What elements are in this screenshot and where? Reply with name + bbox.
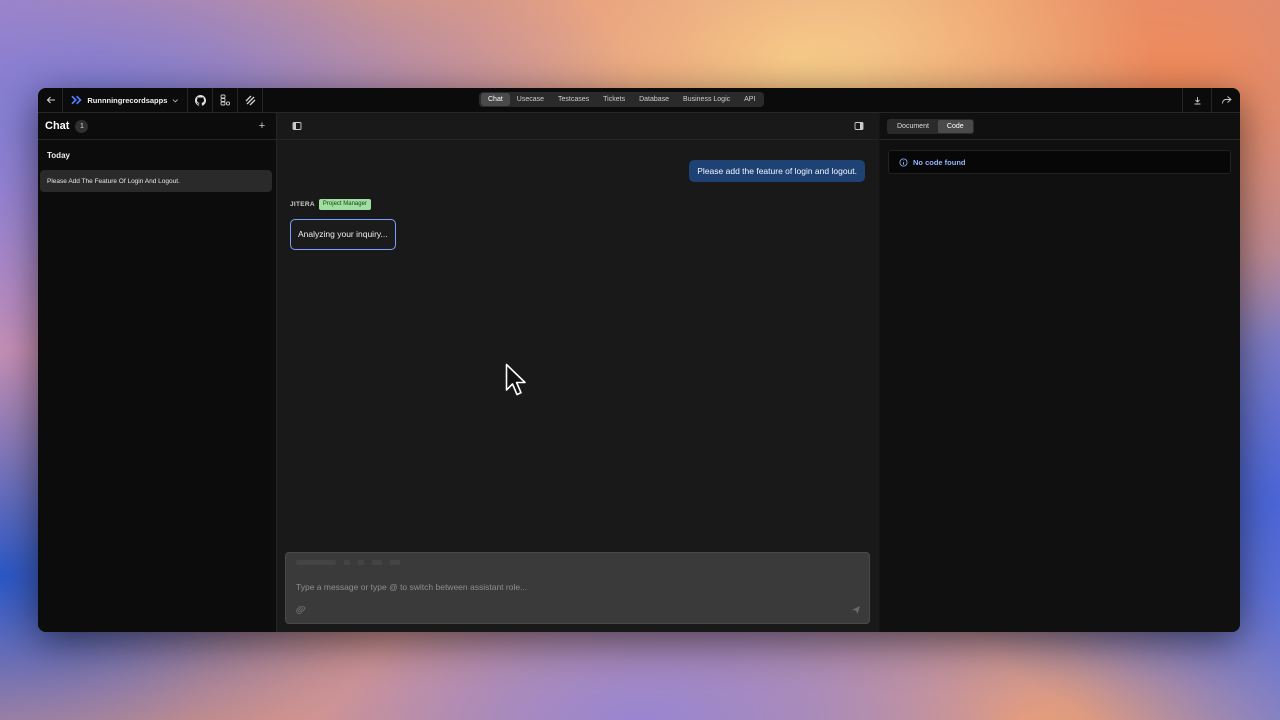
figma-icon [220,94,230,106]
code-panel: Document Code No code found [880,113,1240,632]
assistant-name: JITERA [290,201,315,208]
mouse-pointer-icon [505,363,526,396]
project-selector[interactable]: Runnningrecordsapps [63,88,188,112]
chevron-down-icon [173,98,179,103]
document-tab[interactable]: Document [888,120,938,133]
message-composer [285,552,870,624]
tab-business-logic[interactable]: Business Logic [676,93,737,106]
info-icon [899,157,908,167]
chat-sidebar: Chat 1 + Today Please Add The Feature Of… [38,113,277,632]
attach-icon[interactable] [296,605,306,615]
sidebar-title: Chat [45,120,70,132]
code-panel-header: Document Code [880,113,1240,140]
tab-usecase[interactable]: Usecase [510,93,551,106]
jira-button[interactable] [238,88,263,112]
format-italic-icon[interactable] [358,560,364,565]
code-tab[interactable]: Code [937,120,973,133]
composer-toolbar [296,560,400,565]
chat-header [277,113,879,140]
tab-database[interactable]: Database [632,93,676,106]
share-icon [1221,96,1232,104]
top-right-actions [1182,88,1240,112]
app-window: Runnningrecordsapps Chat Usecase Testcas… [38,88,1240,632]
jira-icon [245,95,255,105]
no-code-notice: No code found [888,150,1231,174]
send-icon[interactable] [851,605,861,615]
tab-api[interactable]: API [737,93,762,106]
sidebar-group-today: Today [47,151,70,160]
assistant-role-badge: Project Manager [318,199,371,210]
toggle-left-panel-icon[interactable] [292,121,302,131]
assistant-header: JITERA Project Manager [290,199,371,210]
sidebar-header: Chat 1 + [38,113,276,140]
message-input[interactable] [294,579,861,595]
download-icon [1194,96,1200,104]
no-code-text: No code found [913,157,966,167]
tab-tickets[interactable]: Tickets [596,93,632,106]
format-link-icon[interactable] [390,560,400,565]
back-arrow-icon [46,96,55,104]
sidebar-chat-item[interactable]: Please Add The Feature Of Login And Logo… [40,170,272,192]
format-placeholder-icon [296,560,336,565]
document-code-switch: Document Code [887,119,974,134]
new-chat-button[interactable]: + [255,119,269,133]
format-bold-icon[interactable] [344,560,350,565]
project-logo-icon [71,95,82,105]
toggle-right-panel-icon[interactable] [854,121,864,131]
tab-testcases[interactable]: Testcases [551,93,596,106]
github-button[interactable] [188,88,213,112]
main-tabs: Chat Usecase Testcases Tickets Database … [479,92,765,107]
project-name: Runnningrecordsapps [87,95,168,105]
chat-count-badge: 1 [75,119,89,133]
back-button[interactable] [40,88,63,112]
github-icon [194,94,206,106]
share-button[interactable] [1211,88,1240,112]
figma-button[interactable] [213,88,238,112]
format-list-icon[interactable] [372,560,382,565]
assistant-message: Analyzing your inquiry... [290,219,396,250]
user-message: Please add the feature of login and logo… [689,160,865,182]
download-button[interactable] [1182,88,1211,112]
tab-chat[interactable]: Chat [481,93,510,106]
chat-panel: Please add the feature of login and logo… [277,113,879,632]
top-bar: Runnningrecordsapps Chat Usecase Testcas… [38,88,1240,113]
